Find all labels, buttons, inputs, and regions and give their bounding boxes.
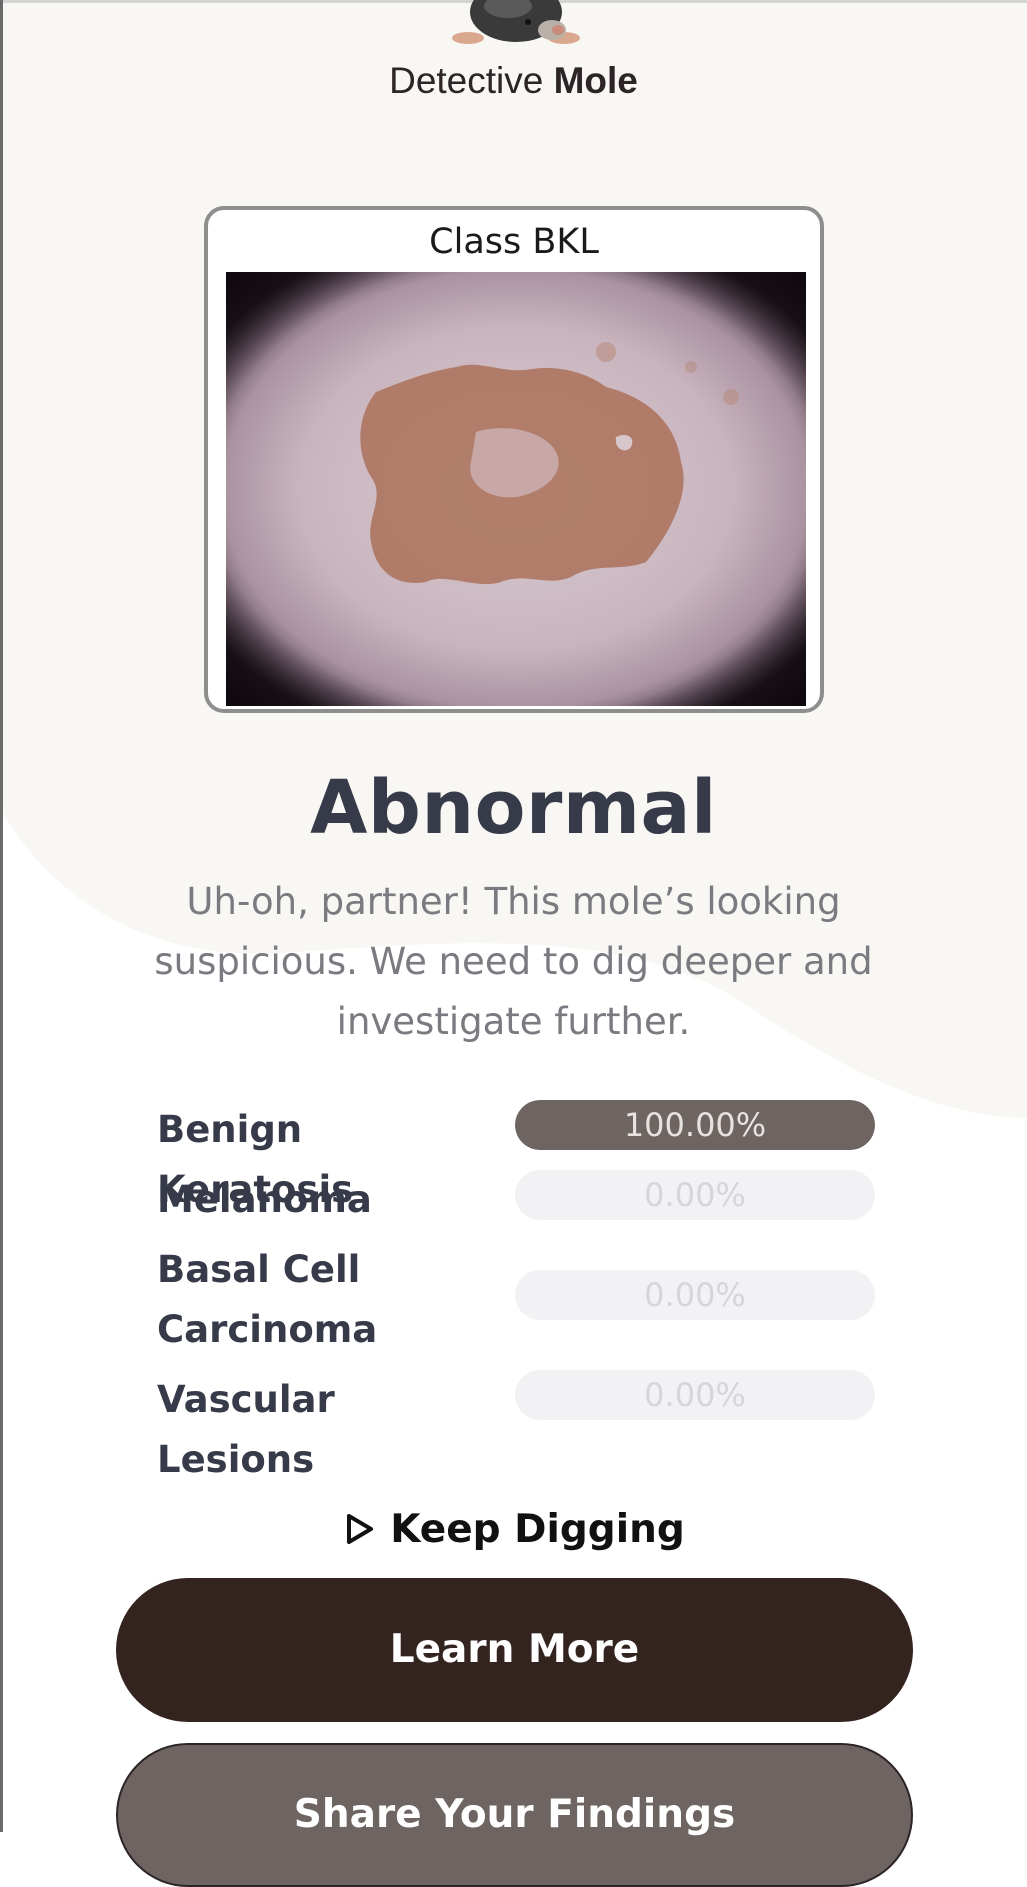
keep-digging-label: Keep Digging (390, 1507, 685, 1552)
probability-row: Benign Keratosis 100.00% (157, 1100, 875, 1211)
probability-value: 0.00% (644, 1376, 746, 1414)
probability-bar: 0.00% (515, 1270, 875, 1320)
probability-row: Basal Cell Carcinoma 0.00% (157, 1240, 875, 1360)
probability-row: Melanoma 0.00% (157, 1170, 875, 1230)
window-left-edge (0, 0, 3, 1832)
probability-bar: 100.00% (515, 1100, 875, 1150)
brand-name: Mole (553, 60, 638, 101)
image-class-title: Class BKL (429, 222, 599, 262)
keep-digging-toggle[interactable]: Keep Digging (0, 1505, 1027, 1555)
probability-label: Melanoma (157, 1178, 372, 1221)
learn-more-button[interactable]: Learn More (116, 1578, 913, 1722)
mole-mascot-icon (452, 0, 580, 44)
play-outline-icon (347, 1513, 374, 1544)
probability-value: 0.00% (644, 1276, 746, 1314)
probability-label: Basal Cell Carcinoma (157, 1248, 378, 1351)
probability-value: 0.00% (644, 1176, 746, 1214)
share-findings-button[interactable]: Share Your Findings (116, 1743, 913, 1887)
probability-row: Vascular Lesions 0.00% (157, 1370, 875, 1481)
brand-title: Detective Mole (0, 60, 1027, 102)
probability-label: Vascular Lesions (157, 1378, 335, 1481)
result-description: Uh-oh, partner! This mole’s looking susp… (154, 880, 873, 1043)
lesion-image (226, 272, 806, 706)
result-title: Abnormal (310, 765, 717, 851)
lesion-image-card: Class BKL (204, 206, 824, 713)
probability-bar: 0.00% (515, 1370, 875, 1420)
probability-value: 100.00% (623, 1106, 767, 1144)
brand-prefix: Detective (389, 60, 544, 101)
probability-bar: 0.00% (515, 1170, 875, 1220)
